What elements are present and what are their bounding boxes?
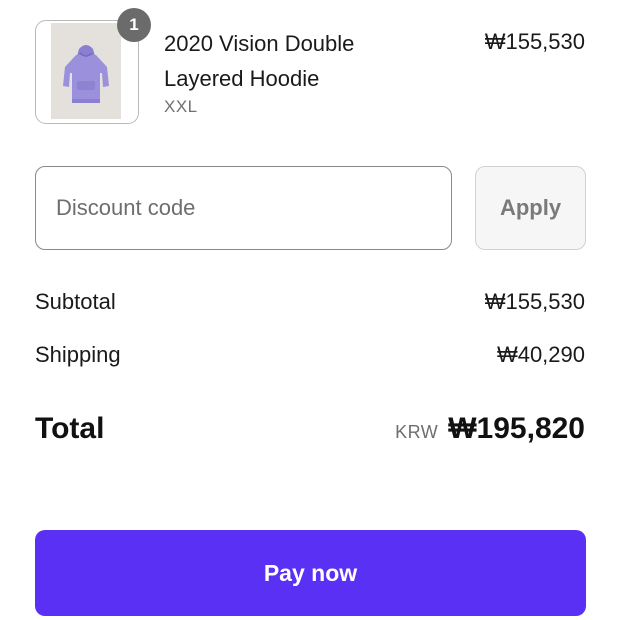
product-name: 2020 Vision Double Layered Hoodie: [164, 31, 355, 91]
total-row: Total KRW ₩195,820: [35, 412, 585, 452]
apply-button[interactable]: Apply: [475, 166, 586, 250]
pay-now-button[interactable]: Pay now: [35, 530, 586, 616]
total-label: Total: [35, 412, 105, 445]
total-amount-group: KRW ₩195,820: [395, 412, 585, 446]
line-item: 1 2020 Vision Double Layered Hoodie XXL …: [35, 8, 585, 128]
shipping-value: ₩40,290: [496, 342, 585, 367]
product-variant: XXL: [164, 97, 198, 116]
discount-code-input[interactable]: [35, 166, 452, 250]
currency-code: KRW: [395, 422, 439, 442]
total-value: ₩195,820: [448, 412, 585, 445]
shipping-label: Shipping: [35, 342, 121, 367]
hoodie-image: [51, 23, 121, 119]
quantity-badge: 1: [117, 8, 151, 42]
product-price: ₩155,530: [484, 29, 585, 54]
subtotal-label: Subtotal: [35, 289, 116, 314]
subtotal-value: ₩155,530: [484, 289, 585, 314]
